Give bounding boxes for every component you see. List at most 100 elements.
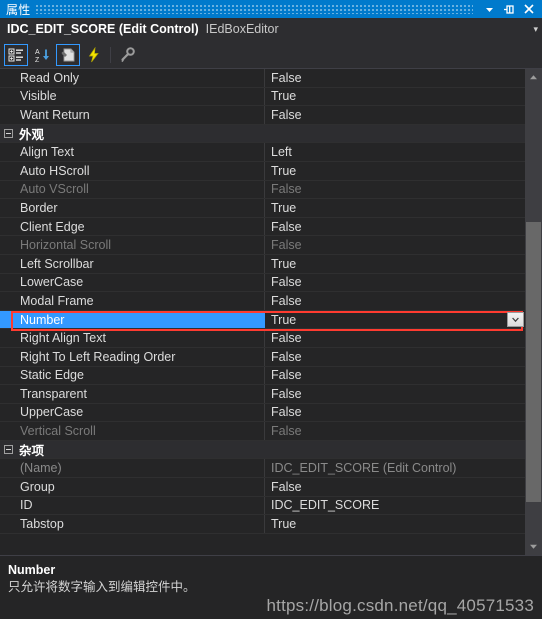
property-value-label: False [271,275,302,290]
property-pages-button[interactable] [56,43,80,66]
property-row[interactable]: ID IDC_EDIT_SCORE [0,496,525,516]
property-value-cell[interactable]: IDC_EDIT_SCORE [265,497,525,515]
property-name-cell[interactable]: Visible [0,87,265,106]
property-grid[interactable]: Read Only False Visible True Want Return Fals… [0,69,525,555]
property-name-cell[interactable]: Want Return [0,106,265,124]
property-row[interactable]: Want Return False [0,106,525,125]
selected-object-header[interactable]: IDC_EDIT_SCORE (Edit Control) IEdBoxEdit… [0,18,542,41]
scroll-up-arrow-icon[interactable] [525,69,542,86]
vertical-scrollbar[interactable] [525,69,542,555]
titlebar-button-group [479,1,542,17]
property-row[interactable]: Vertical Scroll False [0,422,525,441]
close-button[interactable] [519,1,539,17]
property-row[interactable]: Client Edge False [0,217,525,237]
property-name-cell[interactable]: Border [0,199,265,217]
property-value-cell[interactable]: False [265,218,525,236]
scrollbar-track[interactable] [525,86,542,538]
property-row[interactable]: Left Scrollbar True [0,254,525,274]
property-name-cell[interactable]: Right Align Text [0,329,265,347]
property-value-cell[interactable]: False [265,329,525,347]
property-row[interactable]: Align Text Left [0,143,525,162]
scroll-down-arrow-icon[interactable] [525,538,542,555]
property-category-row[interactable]: 外观 [0,124,525,144]
property-value-cell[interactable]: IDC_EDIT_SCORE (Edit Control) [265,459,525,477]
window-dropdown-button[interactable] [479,1,499,17]
property-value-cell[interactable]: False [265,181,525,199]
messages-button[interactable] [115,44,139,66]
property-value-cell[interactable]: False [265,348,525,366]
property-row[interactable]: UpperCase False [0,403,525,423]
property-row[interactable]: Border True [0,199,525,218]
property-name-cell[interactable]: Group [0,478,265,496]
property-row[interactable]: Group False [0,478,525,497]
property-name-cell[interactable]: Client Edge [0,217,265,236]
property-row[interactable]: Auto VScroll False [0,180,525,200]
property-name-cell[interactable]: Align Text [0,143,265,161]
property-value-cell[interactable]: False [265,367,525,385]
property-name-cell[interactable]: UpperCase [0,403,265,422]
property-name-cell[interactable]: Left Scrollbar [0,254,265,273]
property-name-label: Auto HScroll [20,163,90,178]
events-button[interactable] [82,44,106,66]
property-row[interactable]: Static Edge False [0,366,525,386]
property-row[interactable]: Tabstop True [0,515,525,534]
property-value-label: False [271,107,302,122]
property-row-selected[interactable]: Number True [0,310,525,331]
object-dropdown-chevron-icon[interactable]: ▾ [533,24,538,34]
property-value-label: IDC_EDIT_SCORE (Edit Control) [271,461,457,476]
property-name-cell[interactable]: LowerCase [0,273,265,292]
property-row[interactable]: LowerCase False [0,273,525,293]
property-value-cell[interactable]: True [265,255,525,273]
property-name-cell[interactable]: Read Only [0,69,265,87]
property-name-cell[interactable]: Number [0,310,265,329]
property-name-cell[interactable]: Auto VScroll [0,180,265,199]
property-row[interactable]: Auto HScroll True [0,161,525,181]
categorized-view-button[interactable] [4,43,28,66]
property-name-cell[interactable]: Right To Left Reading Order [0,347,265,366]
property-value-label: False [271,70,302,85]
property-value-cell[interactable]: False [265,422,525,440]
property-value-cell[interactable]: False [265,69,525,87]
property-value-cell[interactable]: True [265,515,525,533]
property-row[interactable]: Right Align Text False [0,329,525,348]
property-value-label: False [271,182,302,197]
property-value-cell[interactable]: False [265,236,525,254]
property-value-cell[interactable]: False [265,274,525,292]
collapse-toggle-icon[interactable] [4,445,13,455]
property-value-cell[interactable]: True [265,311,525,329]
property-row[interactable]: (Name) IDC_EDIT_SCORE (Edit Control) [0,459,525,479]
property-row[interactable]: Visible True [0,87,525,107]
property-value-label: False [271,331,302,346]
property-name-cell[interactable]: (Name) [0,459,265,478]
property-category-row[interactable]: 杂项 [0,440,525,460]
property-name-cell[interactable]: Auto HScroll [0,161,265,180]
property-name-cell[interactable]: Tabstop [0,515,265,533]
auto-hide-pin-button[interactable] [499,1,519,17]
property-name-cell[interactable]: ID [0,496,265,515]
property-name-cell[interactable]: Vertical Scroll [0,422,265,440]
property-row[interactable]: Horizontal Scroll False [0,236,525,255]
property-row[interactable]: Read Only False [0,69,525,88]
property-name-cell[interactable]: Transparent [0,385,265,403]
property-value-label: True [271,312,297,327]
property-name-cell[interactable]: Modal Frame [0,292,265,310]
property-value-cell[interactable]: True [265,88,525,106]
property-value-cell[interactable]: True [265,162,525,180]
property-row[interactable]: Transparent False [0,385,525,404]
property-value-cell[interactable]: False [265,106,525,124]
value-dropdown-button[interactable] [507,311,524,327]
property-row[interactable]: Modal Frame False [0,292,525,311]
property-row[interactable]: Right To Left Reading Order False [0,347,525,367]
property-name-cell[interactable]: Horizontal Scroll [0,236,265,254]
property-name-cell[interactable]: Static Edge [0,366,265,385]
property-value-cell[interactable]: False [265,478,525,496]
property-value-cell[interactable]: False [265,404,525,422]
alphabetical-view-button[interactable]: A Z [30,44,54,66]
property-value-cell[interactable]: False [265,385,525,403]
property-value-cell[interactable]: Left [265,143,525,161]
property-value-cell[interactable]: True [265,199,525,217]
titlebar-drag-handle[interactable] [36,4,473,14]
scrollbar-thumb[interactable] [526,221,541,502]
collapse-toggle-icon[interactable] [4,129,13,139]
property-value-cell[interactable]: False [265,292,525,310]
